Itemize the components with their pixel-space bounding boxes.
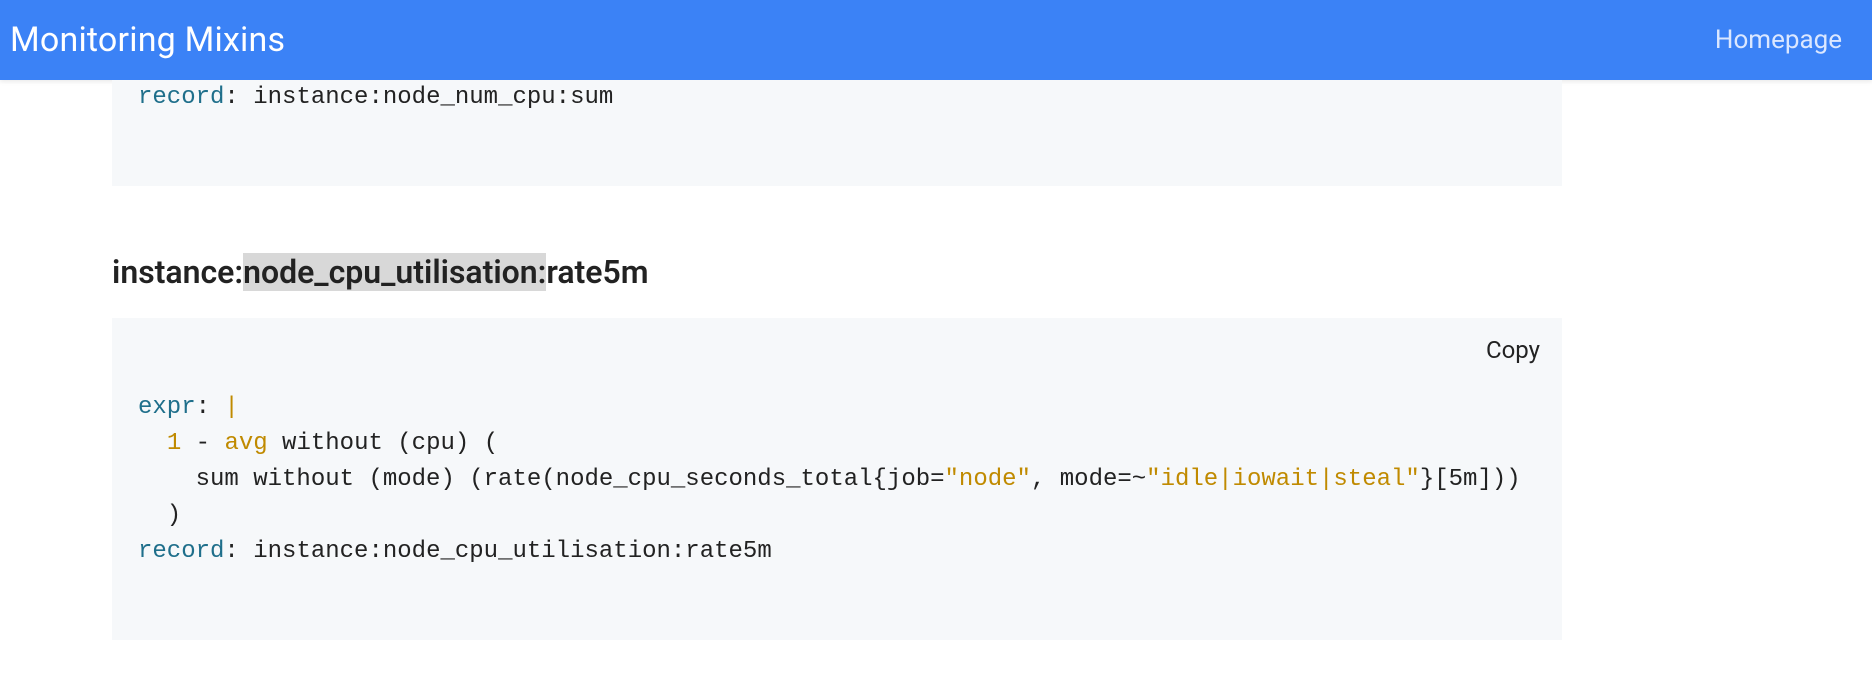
main-content: record: instance:node_num_cpu:sum instan… (112, 80, 1562, 640)
code-line: record: instance:node_cpu_utilisation:ra… (138, 534, 1536, 570)
yaml-colon: : (196, 394, 225, 421)
yaml-key: record (138, 538, 224, 565)
yaml-indent (138, 466, 196, 493)
yaml-text: - (181, 430, 224, 457)
yaml-string: "idle|iowait|steal" (1146, 466, 1420, 493)
yaml-text: sum without (mode) (rate(node_cpu_second… (196, 466, 945, 493)
yaml-text: , mode=~ (1031, 466, 1146, 493)
yaml-key: expr (138, 394, 196, 421)
yaml-value: instance:node_cpu_utilisation:rate5m (253, 538, 771, 565)
heading-text-post: rate5m (546, 253, 648, 291)
code-line: ) (138, 498, 1536, 534)
code-block-2: Copy expr: | 1 - avg without (cpu) ( sum… (112, 318, 1562, 640)
yaml-text: without (cpu) ( (268, 430, 498, 457)
code-line: sum without (mode) (rate(node_cpu_second… (138, 462, 1536, 498)
code-line: 1 - avg without (cpu) ( (138, 426, 1536, 462)
code-line: record: instance:node_num_cpu:sum (138, 80, 1536, 116)
header-bar: Monitoring Mixins Homepage (0, 0, 1872, 80)
yaml-value: instance:node_num_cpu:sum (253, 84, 613, 111)
homepage-link[interactable]: Homepage (1715, 25, 1842, 55)
yaml-pipe: | (224, 394, 238, 421)
heading-text-pre: instance: (112, 253, 243, 291)
code-line: expr: | (138, 390, 1536, 426)
copy-button[interactable]: Copy (1486, 336, 1540, 364)
site-title: Monitoring Mixins (10, 20, 285, 60)
yaml-text: ) (138, 502, 181, 529)
heading-text-highlight: node_cpu_utilisation: (243, 253, 546, 291)
yaml-func: avg (224, 430, 267, 457)
yaml-number: 1 (167, 430, 181, 457)
yaml-key: record (138, 84, 224, 111)
yaml-string: "node" (945, 466, 1031, 493)
code-block-1: record: instance:node_num_cpu:sum (112, 80, 1562, 186)
yaml-text: }[5m])) (1420, 466, 1521, 493)
yaml-colon: : (224, 538, 253, 565)
rule-heading: instance:node_cpu_utilisation:rate5m (112, 252, 1562, 294)
yaml-colon: : (224, 84, 253, 111)
